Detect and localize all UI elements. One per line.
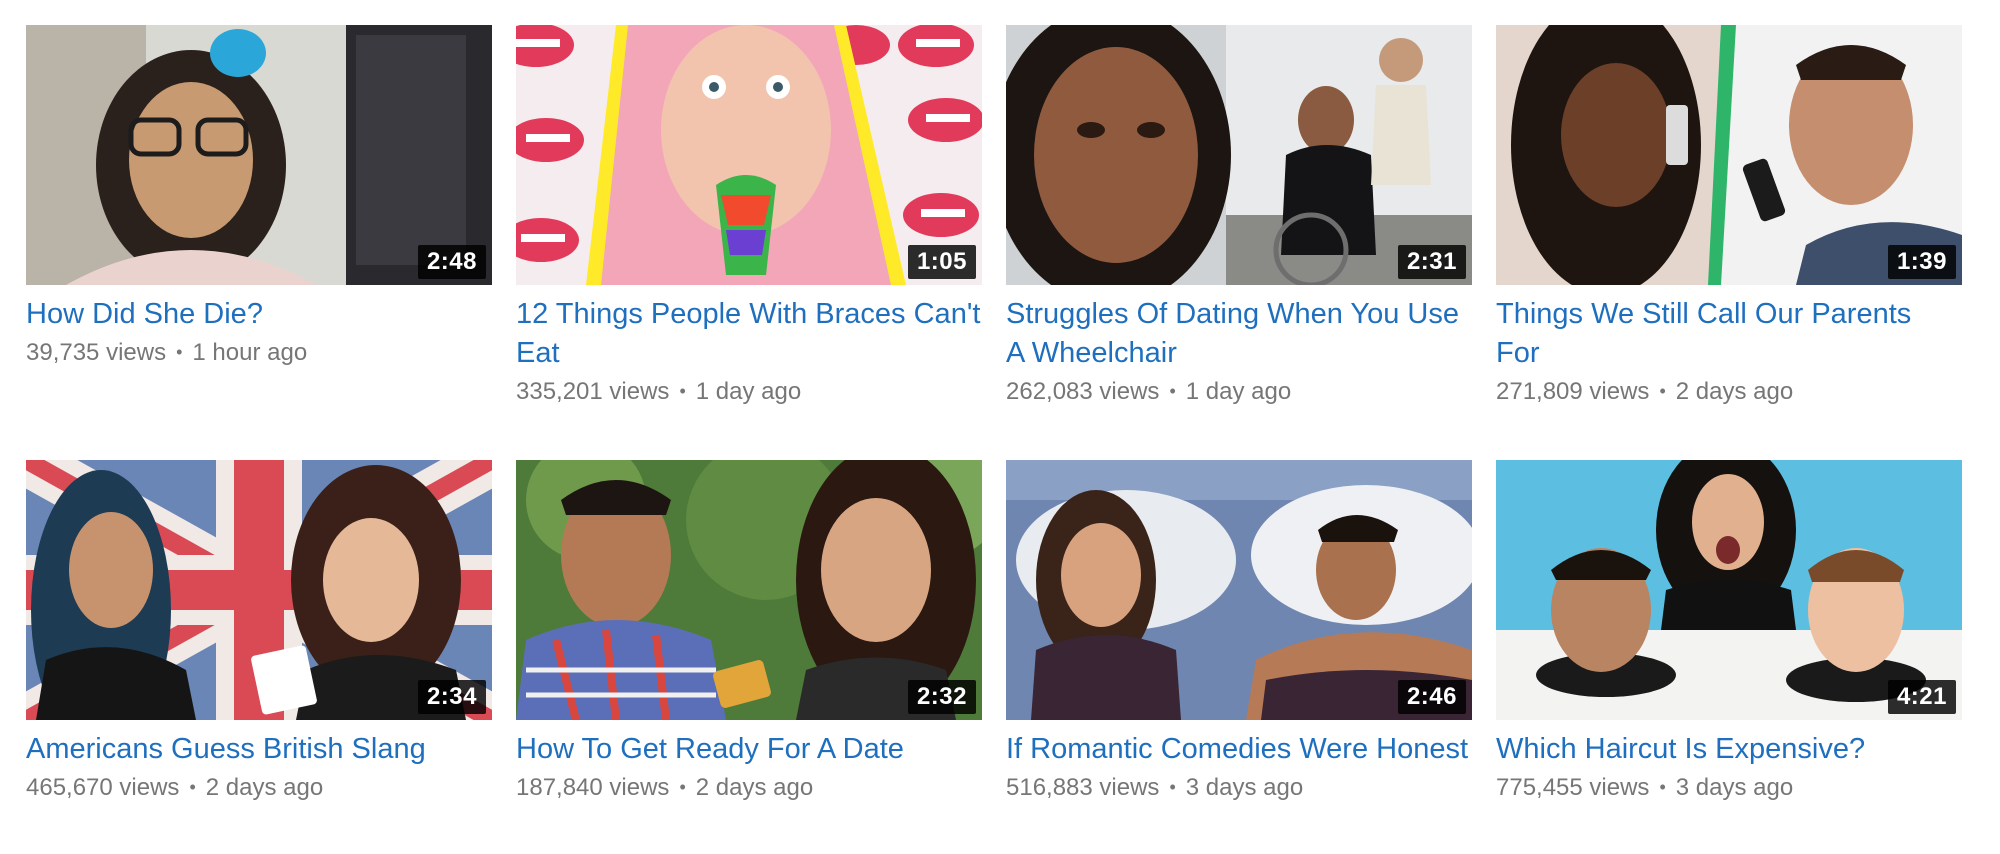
video-card: 2:32 How To Get Ready For A Date 187,840…: [516, 460, 982, 804]
video-title-link[interactable]: Struggles Of Dating When You Use A Wheel…: [1006, 295, 1472, 373]
video-duration: 4:21: [1887, 680, 1956, 714]
view-count: 39,735 views: [26, 339, 167, 366]
video-card: 2:34 Americans Guess British Slang 465,6…: [26, 460, 492, 804]
video-duration: 1:39: [1887, 245, 1956, 279]
view-count: 187,840 views: [516, 774, 670, 801]
video-grid: 2:48 How Did She Die? 39,735 views • 1 hou…: [0, 0, 2000, 854]
video-title-link[interactable]: How Did She Die?: [26, 295, 492, 334]
view-count: 262,083 views: [1006, 378, 1160, 405]
video-card: 2:46 If Romantic Comedies Were Honest 51…: [1006, 460, 1472, 804]
video-title-link[interactable]: If Romantic Comedies Were Honest: [1006, 730, 1472, 769]
video-title-link[interactable]: Things We Still Call Our Parents For: [1496, 295, 1962, 373]
video-title-link[interactable]: Which Haircut Is Expensive?: [1496, 730, 1962, 769]
view-count: 271,809 views: [1496, 378, 1650, 405]
upload-age: 2 days ago: [205, 774, 324, 801]
video-duration: 2:34: [417, 680, 486, 714]
video-duration: 1:05: [907, 245, 976, 279]
video-meta: 516,883 views • 3 days ago: [1006, 771, 1472, 804]
upload-age: 2 days ago: [1675, 378, 1794, 405]
video-meta: 465,670 views • 2 days ago: [26, 771, 492, 804]
video-duration: 2:46: [1397, 680, 1466, 714]
upload-age: 1 day ago: [1185, 378, 1292, 405]
meta-separator: •: [679, 777, 686, 797]
video-duration: 2:32: [907, 680, 976, 714]
video-card: 2:48 How Did She Die? 39,735 views • 1 hou…: [26, 25, 492, 369]
meta-separator: •: [1169, 777, 1176, 797]
meta-separator: •: [176, 342, 183, 362]
view-count: 335,201 views: [516, 378, 670, 405]
video-card: 4:21 Which Haircut Is Expensive? 775,455…: [1496, 460, 1962, 804]
video-meta: 262,083 views • 1 day ago: [1006, 375, 1472, 408]
video-thumbnail[interactable]: 4:21: [1496, 460, 1962, 720]
video-card: 2:31 Struggles Of Dating When You Use A …: [1006, 25, 1472, 408]
video-thumbnail[interactable]: 2:31: [1006, 25, 1472, 285]
view-count: 465,670 views: [26, 774, 180, 801]
video-duration: 2:48: [417, 245, 486, 279]
video-duration: 2:31: [1397, 245, 1466, 279]
video-thumbnail[interactable]: 1:39: [1496, 25, 1962, 285]
meta-separator: •: [1659, 777, 1666, 797]
meta-separator: •: [1659, 381, 1666, 401]
video-title-link[interactable]: Americans Guess British Slang: [26, 730, 492, 769]
upload-age: 1 day ago: [695, 378, 802, 405]
video-card: 1:39 Things We Still Call Our Parents Fo…: [1496, 25, 1962, 408]
video-thumbnail[interactable]: 2:34: [26, 460, 492, 720]
meta-separator: •: [679, 381, 686, 401]
video-meta: 271,809 views • 2 days ago: [1496, 375, 1962, 408]
video-meta: 775,455 views • 3 days ago: [1496, 771, 1962, 804]
video-title-link[interactable]: 12 Things People With Braces Can't Eat: [516, 295, 982, 373]
video-meta: 187,840 views • 2 days ago: [516, 771, 982, 804]
view-count: 775,455 views: [1496, 774, 1650, 801]
video-meta: 39,735 views • 1 hour ago: [26, 336, 492, 369]
video-card: 1:05 12 Things People With Braces Can't …: [516, 25, 982, 408]
video-meta: 335,201 views • 1 day ago: [516, 375, 982, 408]
view-count: 516,883 views: [1006, 774, 1160, 801]
video-title-link[interactable]: How To Get Ready For A Date: [516, 730, 982, 769]
video-thumbnail[interactable]: 2:48: [26, 25, 492, 285]
meta-separator: •: [189, 777, 196, 797]
upload-age: 2 days ago: [695, 774, 814, 801]
upload-age: 1 hour ago: [192, 339, 308, 366]
upload-age: 3 days ago: [1675, 774, 1794, 801]
meta-separator: •: [1169, 381, 1176, 401]
video-thumbnail[interactable]: 1:05: [516, 25, 982, 285]
video-thumbnail[interactable]: 2:46: [1006, 460, 1472, 720]
video-thumbnail[interactable]: 2:32: [516, 460, 982, 720]
upload-age: 3 days ago: [1185, 774, 1304, 801]
